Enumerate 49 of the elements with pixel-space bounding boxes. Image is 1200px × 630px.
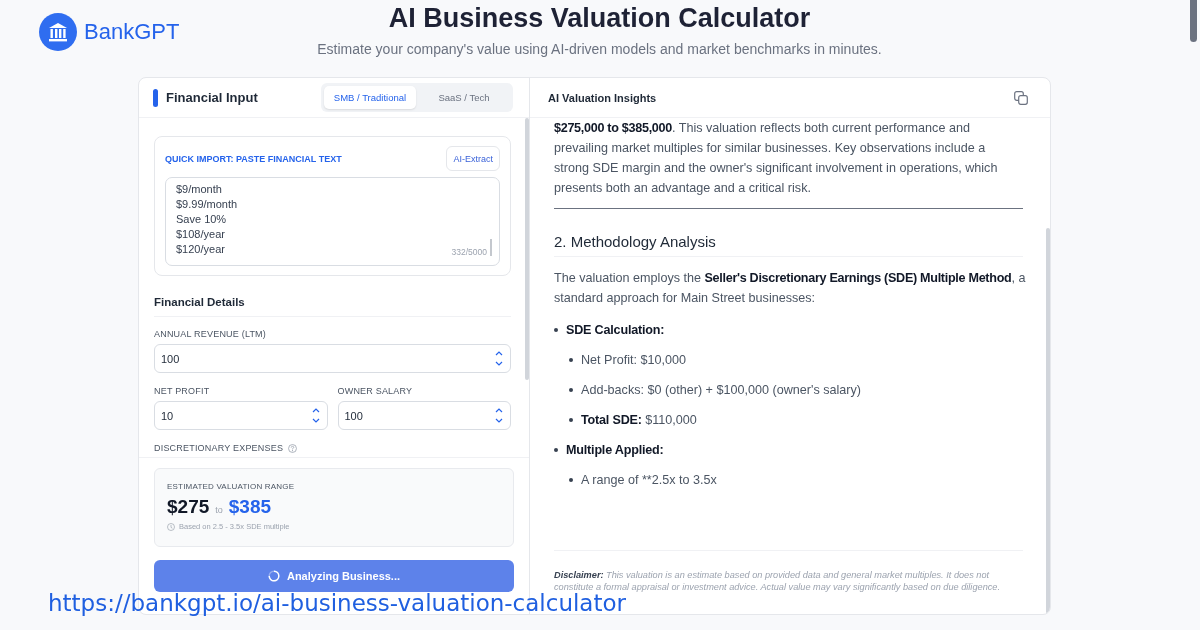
list-item-text: Add-backs: $0 (other) + $100,000 (owner's salary) bbox=[581, 382, 861, 399]
estimate-label: ESTIMATED VALUATION RANGE bbox=[167, 482, 296, 491]
url-caption: https://bankgpt.io/ai-business-valuation-calculator bbox=[48, 590, 626, 618]
list-item-text: Multiple Applied: bbox=[566, 442, 664, 459]
scrollbar-thumb[interactable] bbox=[1046, 228, 1050, 614]
high-value: $385 bbox=[228, 496, 272, 518]
section-title: Financial Details bbox=[154, 296, 511, 317]
panel-title: AI Valuation Insights bbox=[548, 91, 657, 104]
page-title: AI Business Valuation Calculator bbox=[387, 3, 812, 33]
field-label: NET PROFIT bbox=[154, 386, 210, 397]
list-item-text: Net Profit: $10,000 bbox=[581, 352, 686, 369]
number-input-field[interactable]: 100 bbox=[154, 344, 511, 373]
list-item-text: Total SDE: $110,000 bbox=[581, 412, 697, 429]
quick-import-label: QUICK IMPORT: PASTE FINANCIAL TEXT bbox=[165, 153, 342, 164]
page-subtitle: Estimate your company's value using AI-driven models and market benchmarks in minutes. bbox=[317, 41, 882, 58]
field-label: ANNUAL REVENUE (LTM) bbox=[154, 329, 266, 340]
field-label: DISCRETIONARY EXPENSES bbox=[154, 443, 284, 454]
summary-paragraph: $275,000 to $385,000. This valuation reflects both current performance and prevailing market multiples for similar businesses. Key observations include a strong SDE margin and the owner's significant involvement in operations, which presents both an advantage and a critical risk. bbox=[554, 120, 999, 197]
spinner-icon bbox=[267, 570, 280, 582]
character-counter: 332/5000 bbox=[451, 247, 487, 257]
clock-icon bbox=[167, 522, 175, 531]
section-heading: 2. Methodology Analysis bbox=[554, 232, 1023, 257]
number-input-field[interactable]: 100 bbox=[337, 401, 511, 430]
field-label: OWNER SALARY bbox=[337, 386, 413, 397]
bullet-icon bbox=[569, 388, 573, 392]
panel-title: Financial Input bbox=[166, 90, 258, 105]
mode-tab[interactable]: SaaS / Tech bbox=[418, 86, 510, 109]
bullet-icon bbox=[569, 418, 573, 422]
range-separator: to bbox=[215, 505, 223, 515]
brand-name: BankGPT bbox=[84, 19, 180, 45]
list-item-text: SDE Calculation: bbox=[566, 322, 665, 339]
ai-extract-button[interactable]: AI-Extract bbox=[446, 146, 500, 171]
help-icon[interactable] bbox=[288, 444, 298, 453]
mode-tab[interactable]: SMB / Traditional bbox=[324, 86, 416, 109]
page-scrollbar[interactable] bbox=[1190, 0, 1197, 42]
low-value: $275 bbox=[167, 496, 210, 518]
method-paragraph: The valuation employs the Seller's Discretionary Earnings (SDE) Multiple Method, a standard approach for Main Street businesses: bbox=[554, 270, 1027, 307]
list-item-text: A range of **2.5x to 3.5x bbox=[581, 472, 717, 489]
copy-icon[interactable] bbox=[1014, 90, 1028, 105]
bullet-icon bbox=[554, 448, 558, 452]
bullet-icon bbox=[569, 478, 573, 482]
scrollbar-thumb[interactable] bbox=[525, 118, 529, 380]
bank-icon bbox=[39, 13, 77, 51]
number-input-field[interactable]: 10 bbox=[154, 401, 328, 430]
accent-bar bbox=[153, 88, 158, 107]
scrollbar-thumb[interactable] bbox=[490, 239, 492, 256]
bullet-icon bbox=[569, 358, 573, 362]
analyze-button[interactable]: Analyzing Business... bbox=[154, 560, 514, 592]
bullet-icon bbox=[554, 328, 558, 332]
